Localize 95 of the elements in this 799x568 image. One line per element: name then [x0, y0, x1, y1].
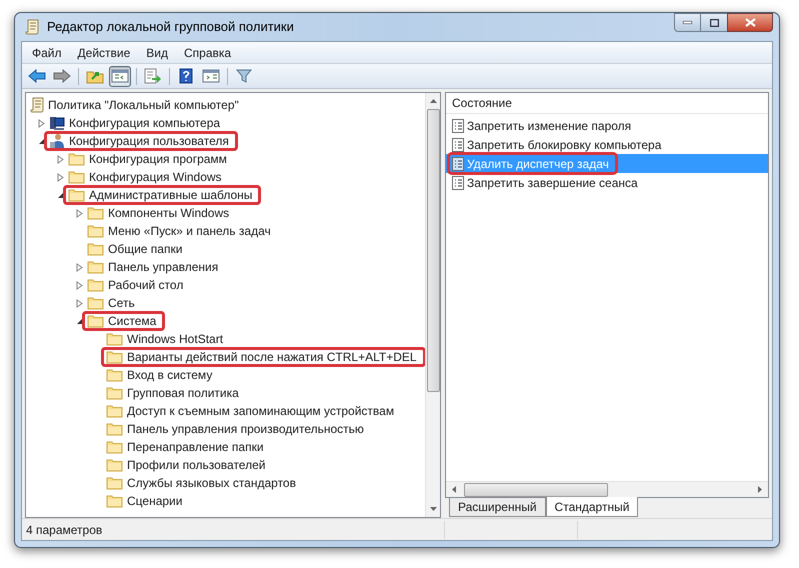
tree-item[interactable]: Общие папки [82, 239, 192, 259]
scroll-down-icon [430, 507, 436, 511]
expand-arrow-icon[interactable] [76, 298, 83, 308]
folder-icon [87, 314, 104, 328]
view-tab[interactable]: Расширенный [449, 498, 546, 517]
folder-icon [106, 386, 123, 400]
folder-icon [87, 224, 104, 238]
toolbar-button[interactable] [109, 66, 131, 86]
column-header[interactable]: Состояние [446, 93, 768, 114]
policy-icon [452, 138, 464, 152]
expand-arrow-icon[interactable] [76, 208, 83, 218]
view-tab[interactable]: Стандартный [546, 497, 638, 517]
tree-item[interactable]: Windows HotStart [101, 329, 232, 349]
tree-item[interactable]: Меню «Пуск» и панель задач [82, 221, 280, 241]
tree-item[interactable]: Сеть [82, 293, 144, 313]
close-button[interactable] [727, 13, 773, 32]
folder-icon [106, 368, 123, 382]
window-title: Редактор локальной групповой политики [47, 18, 294, 36]
menu-item[interactable]: Файл [32, 44, 62, 62]
menu-item[interactable]: Действие [78, 44, 130, 62]
tree-item[interactable]: Компоненты Windows [82, 203, 238, 223]
scroll-icon [25, 19, 39, 35]
computer-icon [49, 115, 65, 131]
collapse-arrow-icon[interactable] [57, 192, 64, 198]
scroll-left-icon [452, 486, 456, 493]
policy-row[interactable]: Запретить изменение пароля [446, 116, 768, 135]
tree-item[interactable]: Доступ к съемным запоминающим устройствам [101, 401, 404, 421]
folder-icon [106, 458, 123, 472]
expand-arrow-icon[interactable] [57, 172, 64, 182]
expand-arrow-icon[interactable] [76, 262, 83, 272]
folder-icon [106, 476, 123, 490]
minimize-button[interactable] [674, 13, 701, 32]
tree-item[interactable]: Профили пользователей [101, 455, 274, 475]
folder-icon [87, 296, 104, 310]
folder-icon [87, 278, 104, 292]
tree-item[interactable]: Конфигурация пользователя [44, 131, 238, 151]
tree-item[interactable]: Административные шаблоны [63, 185, 262, 205]
tree-pane-icon [111, 69, 129, 83]
scrollbar-thumb[interactable] [464, 482, 608, 496]
tree-item[interactable]: Групповая политика [101, 383, 248, 403]
collapse-arrow-icon[interactable] [76, 318, 83, 324]
folder-icon [68, 188, 85, 202]
user-icon [49, 133, 65, 149]
horizontal-scrollbar[interactable] [446, 481, 768, 497]
menu-item[interactable]: Справка [184, 44, 232, 62]
tree-item[interactable]: Вход в систему [101, 365, 222, 385]
scroll-up-icon [430, 99, 436, 103]
tree-item[interactable]: Политика "Локальный компьютер" [26, 95, 248, 115]
close-icon [744, 18, 756, 27]
scroll-right-icon [758, 486, 762, 493]
tree-item[interactable]: Рабочий стол [82, 275, 192, 295]
expand-arrow-icon[interactable] [76, 280, 83, 290]
folder-icon [106, 332, 123, 346]
tree-item[interactable]: Конфигурация Windows [63, 167, 231, 187]
back-arrow-icon [28, 69, 46, 83]
folder-icon [106, 422, 123, 436]
action-pane-icon [202, 69, 220, 83]
policy-icon [452, 156, 464, 170]
scrollbar-thumb[interactable] [426, 109, 440, 392]
expand-arrow-icon[interactable] [38, 118, 45, 128]
folder-icon [87, 242, 104, 256]
policy-row[interactable]: Запретить блокировку компьютера [446, 135, 768, 154]
forward-arrow-icon [53, 69, 71, 83]
folder-icon [106, 440, 123, 454]
maximize-icon [710, 18, 718, 26]
tree-item[interactable]: Конфигурация компьютера [44, 113, 230, 133]
folder-icon [87, 260, 104, 274]
maximize-button[interactable] [701, 13, 727, 32]
tree-item[interactable]: Варианты действий после нажатия CTRL+ALT+DEL [101, 347, 425, 367]
folder-icon [106, 404, 123, 418]
tree-item[interactable]: Службы языковых стандартов [101, 473, 305, 493]
scroll-icon [30, 97, 44, 113]
folder-icon [87, 206, 104, 220]
policy-icon [452, 118, 464, 132]
tree-item[interactable]: Перенаправление папки [101, 437, 273, 457]
vertical-scrollbar[interactable] [425, 93, 440, 517]
tree-item[interactable]: Система [82, 311, 166, 331]
tree-item[interactable]: Сценарии [101, 491, 192, 511]
folder-icon [68, 170, 85, 184]
filter-icon [236, 68, 252, 84]
status-text: 4 параметров [25, 522, 104, 538]
folder-icon [68, 152, 85, 166]
folder-icon [106, 350, 123, 364]
menu-item[interactable]: Вид [146, 44, 168, 62]
export-list-icon [144, 68, 162, 84]
expand-arrow-icon[interactable] [57, 154, 64, 164]
tree-item[interactable]: Панель управления производительностью [101, 419, 373, 439]
policy-icon [452, 176, 464, 190]
help-icon [179, 68, 193, 84]
tree-item[interactable]: Панель управления [82, 257, 228, 277]
collapse-arrow-icon[interactable] [38, 138, 45, 144]
policy-row[interactable]: Запретить завершение сеанса [446, 173, 768, 192]
folder-icon [106, 494, 123, 508]
tree-item[interactable]: Конфигурация программ [63, 149, 236, 169]
minimize-icon [683, 21, 692, 24]
